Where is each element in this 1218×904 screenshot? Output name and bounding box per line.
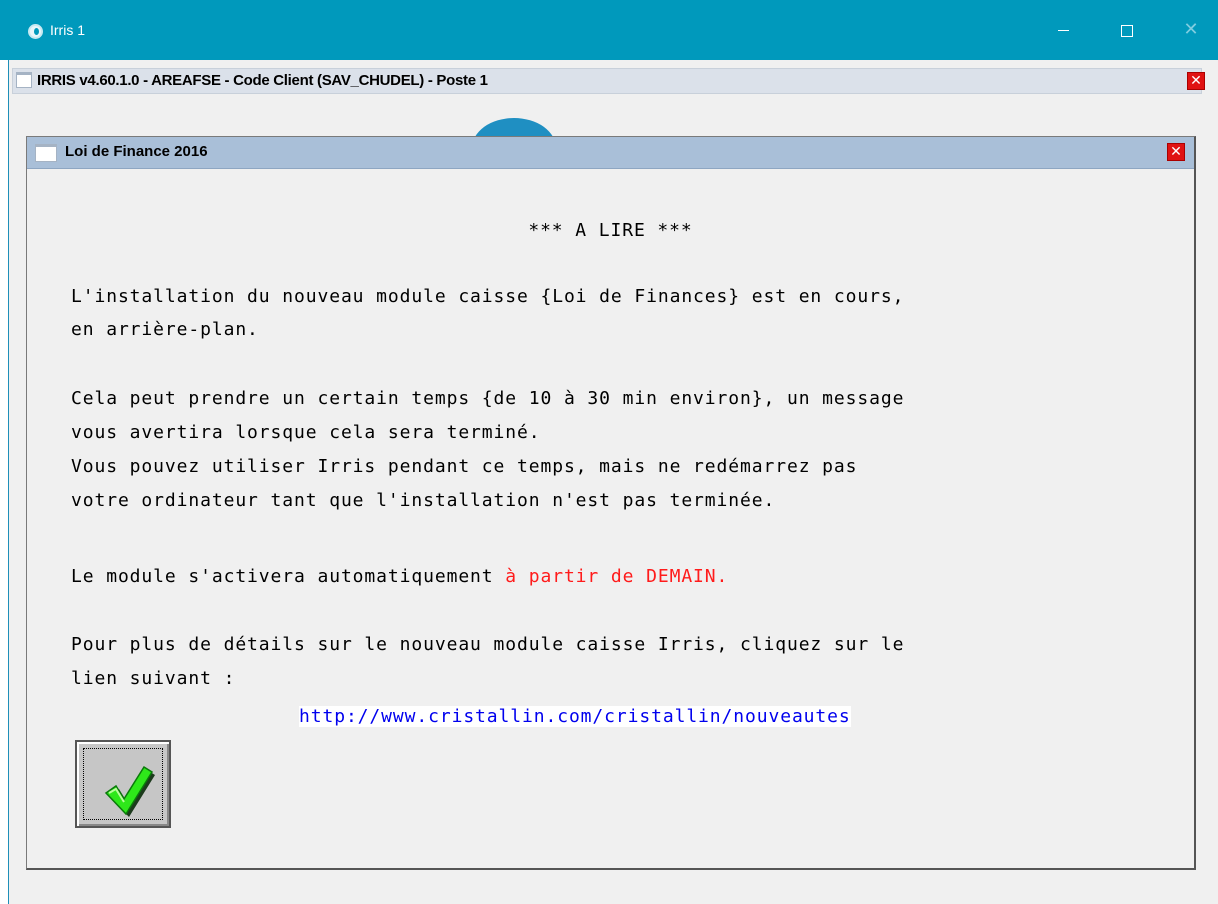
message-line-5: Vous pouvez utiliser Irris pendant ce te… [71, 456, 858, 477]
dialog-titlebar: Loi de Finance 2016 ✕ [27, 137, 1194, 169]
message-line-3: Cela peut prendre un certain temps {de 1… [71, 388, 905, 409]
minimize-icon [1057, 30, 1069, 31]
green-checkmark-icon [104, 765, 155, 817]
ok-button[interactable] [75, 740, 171, 828]
activation-text: Le module s'activera automatiquement [71, 566, 506, 587]
minimize-button[interactable] [1040, 16, 1086, 44]
window-titlebar: Irris 1 ✕ [0, 0, 1218, 60]
window-title: Irris 1 [50, 22, 85, 38]
activation-date-highlight: à partir de DEMAIN. [505, 566, 729, 587]
focus-outline [83, 748, 163, 820]
document-icon [16, 72, 32, 88]
message-line-6: votre ordinateur tant que l'installation… [71, 490, 776, 511]
message-line-4: vous avertira lorsque cela sera terminé. [71, 422, 541, 443]
app-titlebar: IRRIS v4.60.1.0 - AREAFSE - Code Client … [12, 68, 1205, 94]
maximize-icon [1121, 24, 1133, 37]
message-line-7: Le module s'activera automatiquement à p… [71, 562, 728, 592]
message-line-8: Pour plus de détails sur le nouveau modu… [71, 634, 905, 655]
dialog-title: Loi de Finance 2016 [65, 143, 208, 160]
message-line-2: en arrière-plan. [71, 319, 259, 340]
irris-app-icon [28, 24, 43, 39]
dialog-close-button[interactable]: ✕ [1167, 143, 1185, 161]
maximize-button[interactable] [1104, 16, 1150, 44]
app-title: IRRIS v4.60.1.0 - AREAFSE - Code Client … [37, 72, 488, 89]
message-line-9: lien suivant : [71, 668, 236, 689]
document-icon [35, 144, 57, 162]
loi-de-finance-dialog: Loi de Finance 2016 ✕ *** A LIRE *** L'i… [26, 136, 1196, 870]
app-close-button[interactable]: ✕ [1187, 72, 1205, 90]
message-line-1: L'installation du nouveau module caisse … [71, 286, 905, 307]
nouveautes-link[interactable]: http://www.cristallin.com/cristallin/nou… [299, 706, 851, 727]
message-header: *** A LIRE *** [528, 220, 693, 241]
window-close-button[interactable]: ✕ [1168, 16, 1214, 44]
